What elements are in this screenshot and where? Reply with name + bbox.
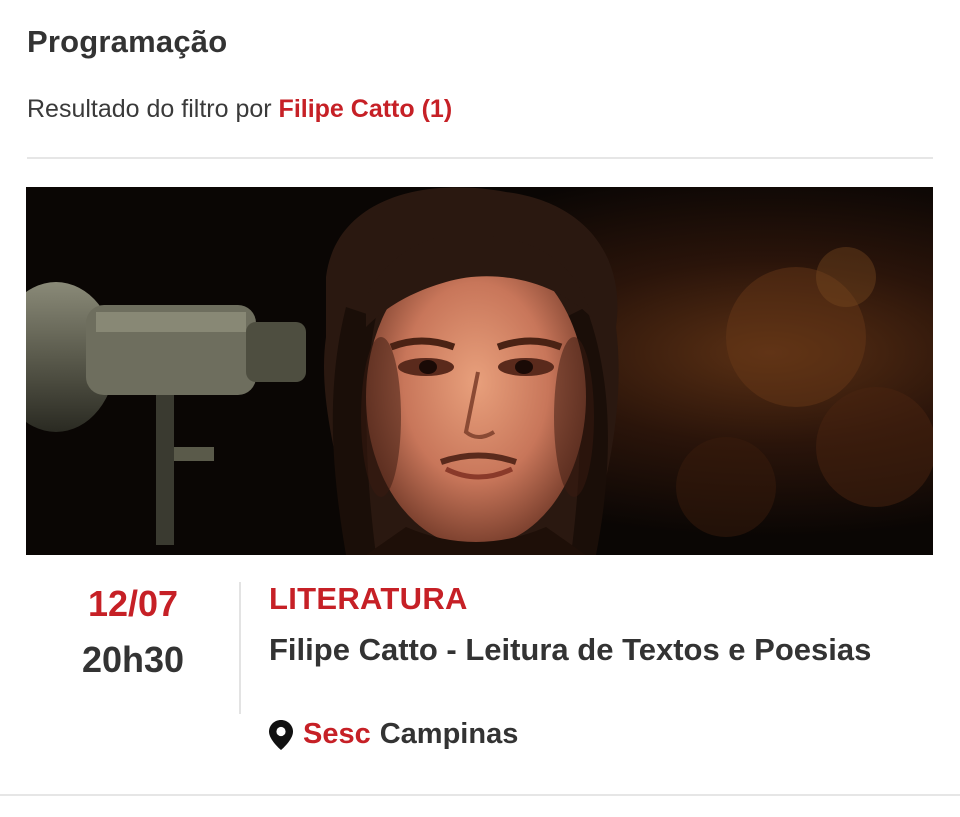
info-separator bbox=[239, 582, 241, 714]
event-card[interactable]: 12/07 20h30 LITERATURA Filipe Catto - Le… bbox=[26, 187, 933, 795]
event-date: 12/07 bbox=[87, 583, 179, 624]
event-time: 20h30 bbox=[81, 639, 185, 680]
location-name: Campinas bbox=[379, 718, 519, 750]
filter-prefix: Resultado do filtro por bbox=[27, 95, 272, 123]
event-category[interactable]: LITERATURA bbox=[269, 581, 468, 617]
event-title[interactable]: Filipe Catto - Leitura de Textos e Poesi… bbox=[269, 632, 871, 668]
event-location[interactable]: Sesc Campinas bbox=[269, 718, 518, 751]
event-photo[interactable] bbox=[26, 187, 933, 555]
location-brand: Sesc bbox=[303, 718, 371, 750]
filter-value[interactable]: Filipe Catto (1) bbox=[279, 95, 453, 123]
event-info: 12/07 20h30 LITERATURA Filipe Catto - Le… bbox=[26, 555, 933, 795]
header-divider bbox=[27, 157, 933, 159]
card-divider bbox=[0, 794, 960, 796]
page-title: Programação bbox=[27, 24, 228, 59]
event-datetime: 12/07 20h30 bbox=[26, 583, 240, 681]
programacao-page: Programação Resultado do filtro por Fili… bbox=[0, 0, 960, 817]
map-pin-icon bbox=[269, 719, 293, 750]
filter-result: Resultado do filtro por Filipe Catto (1) bbox=[27, 95, 452, 124]
